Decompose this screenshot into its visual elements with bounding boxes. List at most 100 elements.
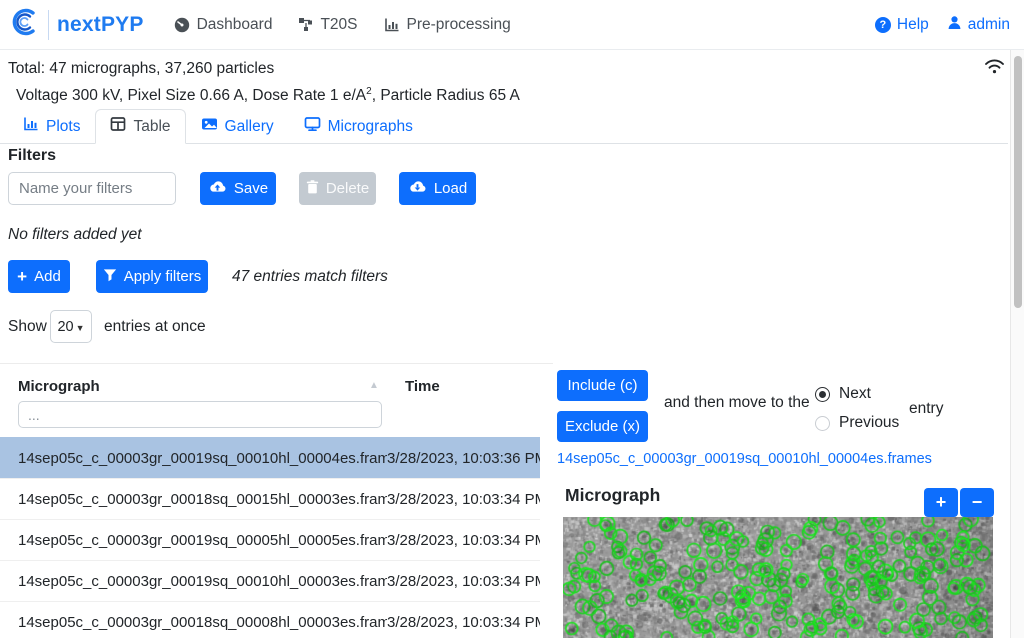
nav-item-project-t20s[interactable]: T20S	[298, 16, 357, 34]
micrograph-panel-heading: Micrograph	[565, 485, 660, 506]
load-label: Load	[434, 180, 467, 197]
trash-icon	[306, 180, 319, 198]
delete-filters-button[interactable]: Delete	[299, 172, 376, 205]
project-nodes-icon	[298, 17, 313, 32]
radio-next-label: Next	[839, 385, 871, 403]
user-menu[interactable]: admin	[947, 15, 1010, 35]
entries-match-text: 47 entries match filters	[232, 268, 388, 286]
chevron-down-icon: ▼	[76, 323, 85, 333]
radio-button-icon	[815, 387, 830, 402]
table-icon	[110, 116, 126, 137]
save-filters-button[interactable]: Save	[200, 172, 276, 205]
summary-total: Total: 47 micrographs, 37,260 particles	[8, 60, 274, 78]
plots-icon	[23, 116, 39, 137]
help-link[interactable]: ? Help	[875, 16, 929, 34]
micrograph-time-cell: 3/28/2023, 10:03:34 PM	[387, 614, 540, 631]
tab-gallery[interactable]: Gallery	[186, 109, 289, 144]
apply-filters-label: Apply filters	[124, 268, 202, 285]
tab-plots[interactable]: Plots	[8, 109, 95, 144]
include-button[interactable]: Include (c)	[557, 370, 648, 401]
apply-filters-button[interactable]: Apply filters	[96, 260, 208, 293]
tab-label: Plots	[46, 118, 80, 136]
radio-next[interactable]: Next	[815, 385, 871, 403]
delete-label: Delete	[326, 180, 369, 197]
tab-table[interactable]: Table	[95, 109, 185, 144]
page-size-select[interactable]: 20 ▼	[50, 310, 92, 343]
table-body: 14sep05c_c_00003gr_00019sq_00010hl_00004…	[0, 437, 540, 638]
logo-swirl-icon	[10, 7, 40, 42]
show-label: Show	[8, 318, 47, 336]
chart-bars-icon	[384, 17, 400, 33]
page-scrollbar	[1010, 50, 1024, 638]
column-header-micrograph[interactable]: Micrograph	[18, 378, 100, 395]
funnel-icon	[103, 268, 117, 286]
cloud-upload-icon	[208, 179, 227, 198]
table-row[interactable]: 14sep05c_c_00003gr_00019sq_00010hl_00003…	[0, 560, 540, 601]
summary-parameters: Voltage 300 kV, Pixel Size 0.66 A, Dose …	[16, 86, 520, 105]
help-icon: ?	[875, 17, 891, 33]
nav-item-label: Dashboard	[197, 16, 273, 34]
monitor-icon	[304, 116, 321, 137]
tab-label: Micrographs	[328, 118, 413, 136]
nav-item-dashboard[interactable]: Dashboard	[174, 16, 273, 34]
nav-item-label: Pre-processing	[407, 16, 511, 34]
column-header-time[interactable]: Time	[405, 378, 440, 395]
user-label: admin	[968, 16, 1010, 34]
user-icon	[947, 15, 962, 35]
tab-label: Gallery	[225, 118, 274, 136]
add-filter-button[interactable]: + Add	[8, 260, 70, 293]
load-filters-button[interactable]: Load	[399, 172, 476, 205]
table-row[interactable]: 14sep05c_c_00003gr_00018sq_00015hl_00003…	[0, 478, 540, 519]
micrograph-table: Micrograph ▲ Time 14sep05c_c_00003gr_000…	[0, 374, 540, 638]
divider	[0, 363, 553, 364]
column-filter-input[interactable]	[18, 401, 382, 428]
selected-micrograph-link[interactable]: 14sep05c_c_00003gr_00019sq_00010hl_00004…	[557, 451, 932, 467]
table-row[interactable]: 14sep05c_c_00003gr_00018sq_00008hl_00003…	[0, 601, 540, 638]
add-label: Add	[34, 268, 61, 285]
save-label: Save	[234, 180, 268, 197]
zoom-in-button[interactable]: +	[924, 488, 958, 517]
nav-item-preprocessing[interactable]: Pre-processing	[384, 16, 511, 34]
tab-label: Table	[133, 118, 170, 136]
filters-heading: Filters	[8, 147, 56, 165]
zoom-out-button[interactable]: −	[960, 488, 994, 517]
micrograph-name-cell: 14sep05c_c_00003gr_00019sq_00010hl_00004…	[0, 450, 387, 467]
micrograph-time-cell: 3/28/2023, 10:03:34 PM	[387, 491, 540, 508]
gallery-icon	[201, 116, 218, 137]
micrograph-time-cell: 3/28/2023, 10:03:34 PM	[387, 532, 540, 549]
brand-name: nextPYP	[57, 13, 144, 37]
micrograph-time-cell: 3/28/2023, 10:03:34 PM	[387, 573, 540, 590]
scrollbar-thumb[interactable]	[1014, 56, 1022, 308]
show-suffix: entries at once	[104, 318, 206, 336]
micrograph-name-cell: 14sep05c_c_00003gr_00018sq_00008hl_00003…	[0, 614, 387, 631]
app-root: nextPYP Dashboard	[0, 0, 1024, 638]
nav-right: ? Help admin	[875, 15, 1010, 35]
tab-bar: Plots Table Gallery	[0, 111, 1008, 144]
micrograph-name-cell: 14sep05c_c_00003gr_00018sq_00015hl_00003…	[0, 491, 387, 508]
page-size-value: 20	[57, 319, 73, 335]
brand[interactable]: nextPYP	[10, 7, 144, 42]
micrograph-image[interactable]	[563, 517, 993, 638]
sort-ascending-icon[interactable]: ▲	[369, 380, 379, 391]
table-row[interactable]: 14sep05c_c_00003gr_00019sq_00010hl_00004…	[0, 437, 540, 478]
nav-links: Dashboard T20S	[174, 16, 511, 34]
detail-panel: Include (c) Exclude (x) and then move to…	[557, 370, 1008, 638]
tab-micrographs[interactable]: Micrographs	[289, 109, 428, 144]
no-filters-text: No filters added yet	[8, 226, 142, 244]
micrograph-time-cell: 3/28/2023, 10:03:36 PM	[387, 450, 540, 467]
plus-icon: +	[17, 268, 27, 285]
entry-text: entry	[909, 400, 943, 418]
brand-divider	[48, 10, 49, 40]
radio-button-icon	[815, 416, 830, 431]
table-row[interactable]: 14sep05c_c_00003gr_00019sq_00005hl_00005…	[0, 519, 540, 560]
micrograph-name-cell: 14sep05c_c_00003gr_00019sq_00010hl_00003…	[0, 573, 387, 590]
params-prefix: Voltage 300 kV, Pixel Size 0.66 A, Dose …	[16, 87, 366, 104]
radio-previous[interactable]: Previous	[815, 414, 899, 432]
filter-name-input[interactable]	[8, 172, 176, 205]
exclude-button[interactable]: Exclude (x)	[557, 411, 648, 442]
help-label: Help	[897, 16, 929, 34]
wifi-status-icon	[984, 58, 1005, 80]
navbar: nextPYP Dashboard	[0, 0, 1024, 50]
params-suffix: , Particle Radius 65 A	[372, 87, 520, 104]
zoom-controls: + −	[924, 488, 994, 517]
